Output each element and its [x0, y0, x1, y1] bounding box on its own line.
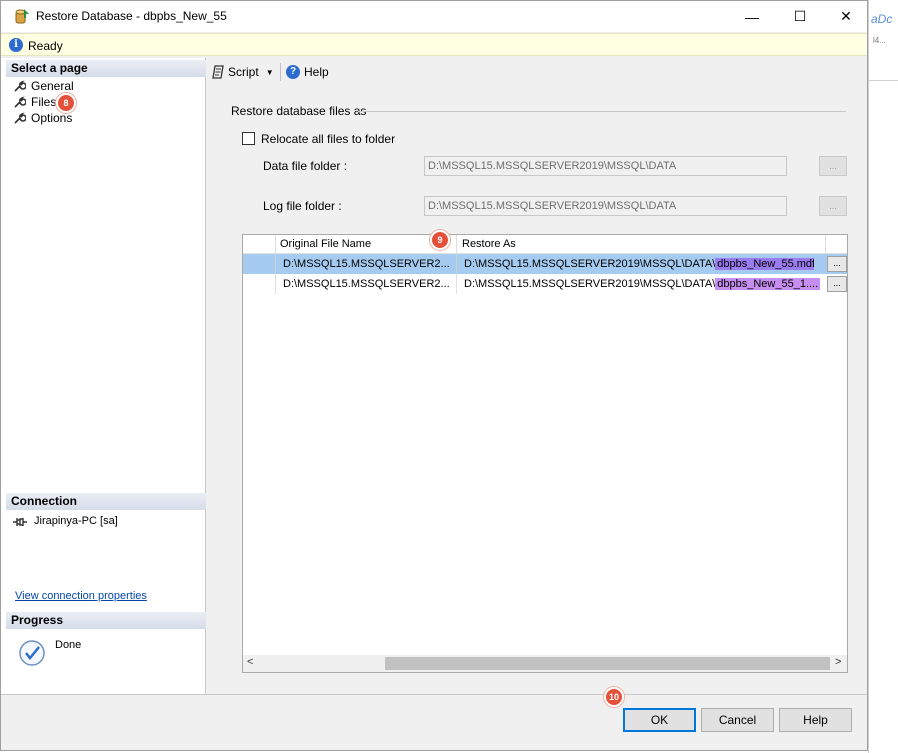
select-page-header: Select a page — [6, 60, 206, 77]
relocate-checkbox[interactable] — [242, 132, 255, 145]
toolbar-separator — [280, 63, 281, 81]
info-icon: i — [9, 38, 23, 52]
title-bar[interactable]: Restore Database - dbpbs_New_55 — ☐ ✕ — [1, 1, 867, 32]
background-window: aDc l4... — [868, 0, 898, 753]
column-restore-as[interactable]: Restore As — [462, 238, 516, 250]
column-divider — [275, 235, 276, 254]
ok-button[interactable]: OK — [623, 708, 696, 732]
left-pane: Select a page General Files 8 Options Co… — [1, 58, 206, 694]
files-grid[interactable]: Original File Name Restore As D:\MSSQL15… — [242, 234, 848, 673]
status-text: Ready — [28, 39, 63, 53]
check-done-icon — [19, 640, 45, 666]
step-badge-9: 9 — [430, 230, 450, 250]
scroll-right-icon[interactable]: > — [835, 656, 841, 668]
minimize-button[interactable]: — — [729, 1, 775, 32]
script-button[interactable]: Script ▼ — [211, 63, 274, 81]
column-divider — [456, 254, 457, 274]
close-button[interactable]: ✕ — [823, 1, 869, 32]
page-item-label: Files — [31, 95, 57, 109]
progress-status: Done — [55, 639, 82, 651]
restore-as-cell[interactable]: D:\MSSQL15.MSSQLSERVER2019\MSSQL\DATA\ db… — [464, 254, 814, 274]
wrench-icon — [14, 79, 26, 92]
scroll-left-icon[interactable]: < — [247, 656, 253, 668]
page-item-label: General — [31, 79, 74, 93]
log-folder-field: D:\MSSQL15.MSSQLSERVER2019\MSSQL\DATA — [424, 196, 787, 216]
log-folder-browse-button: ... — [819, 196, 847, 216]
page-item-general[interactable]: General — [13, 78, 74, 94]
wrench-icon — [14, 95, 26, 108]
background-text: aDc — [871, 12, 893, 26]
horizontal-scrollbar[interactable]: < > — [243, 655, 847, 672]
chevron-down-icon[interactable]: ▼ — [266, 68, 274, 77]
column-divider — [275, 274, 276, 294]
help-icon: ? — [286, 65, 300, 79]
connection-header: Connection — [6, 493, 206, 510]
column-divider — [456, 235, 457, 254]
maximize-button[interactable]: ☐ — [777, 1, 823, 32]
window-title: Restore Database - dbpbs_New_55 — [36, 9, 227, 23]
footer-divider — [1, 694, 867, 695]
status-bar: i Ready — [1, 33, 867, 56]
page-item-files[interactable]: Files — [13, 94, 56, 110]
help-button[interactable]: Help — [779, 708, 852, 732]
data-folder-field: D:\MSSQL15.MSSQLSERVER2019\MSSQL\DATA — [424, 156, 787, 176]
view-connection-properties-link[interactable]: View connection properties — [15, 590, 147, 602]
background-subtext: l4... — [873, 36, 886, 45]
data-folder-browse-button: ... — [819, 156, 847, 176]
grid-header: Original File Name Restore As — [243, 235, 847, 254]
row-browse-button[interactable]: ... — [827, 256, 847, 272]
progress-header: Progress — [6, 612, 206, 629]
connection-icon — [13, 518, 27, 526]
log-folder-label: Log file folder : — [263, 199, 342, 213]
column-original-file-name[interactable]: Original File Name — [280, 238, 371, 250]
original-file-cell: D:\MSSQL15.MSSQLSERVER2... — [283, 278, 450, 290]
column-divider — [456, 274, 457, 294]
restore-file-name: dbpbs_New_55_1.... — [715, 278, 821, 290]
group-title: Restore database files as — [231, 104, 367, 118]
restore-path: D:\MSSQL15.MSSQLSERVER2019\MSSQL\DATA\ — [464, 258, 716, 270]
background-divider — [869, 80, 898, 81]
cancel-button[interactable]: Cancel — [701, 708, 774, 732]
row-browse-button[interactable]: ... — [827, 276, 847, 292]
script-icon — [212, 65, 224, 79]
original-file-cell: D:\MSSQL15.MSSQLSERVER2... — [283, 258, 450, 270]
step-badge-10: 10 — [604, 687, 624, 707]
page-item-options[interactable]: Options — [13, 110, 72, 126]
scroll-thumb[interactable] — [385, 657, 830, 670]
page-item-label: Options — [31, 111, 73, 125]
help-toolbar-button[interactable]: ? Help — [286, 63, 329, 81]
database-restore-icon — [15, 9, 29, 24]
data-folder-label: Data file folder : — [263, 159, 348, 173]
table-row[interactable]: D:\MSSQL15.MSSQLSERVER2... D:\MSSQL15.MS… — [243, 254, 847, 274]
restore-file-name: dbpbs_New_55.mdf — [715, 258, 814, 270]
relocate-label: Relocate all files to folder — [261, 132, 396, 146]
connection-value: Jirapinya-PC [sa] — [34, 515, 118, 527]
help-label: Help — [304, 65, 329, 79]
restore-database-dialog: Restore Database - dbpbs_New_55 — ☐ ✕ i … — [0, 0, 868, 751]
script-label: Script — [228, 65, 259, 79]
restore-path: D:\MSSQL15.MSSQLSERVER2019\MSSQL\DATA\ — [464, 278, 716, 290]
table-row[interactable]: D:\MSSQL15.MSSQLSERVER2... D:\MSSQL15.MS… — [243, 274, 847, 294]
column-divider — [825, 235, 826, 254]
restore-as-cell[interactable]: D:\MSSQL15.MSSQLSERVER2019\MSSQL\DATA\ db… — [464, 274, 824, 294]
wrench-icon — [14, 111, 26, 124]
group-divider — [358, 111, 846, 112]
column-divider — [275, 254, 276, 274]
